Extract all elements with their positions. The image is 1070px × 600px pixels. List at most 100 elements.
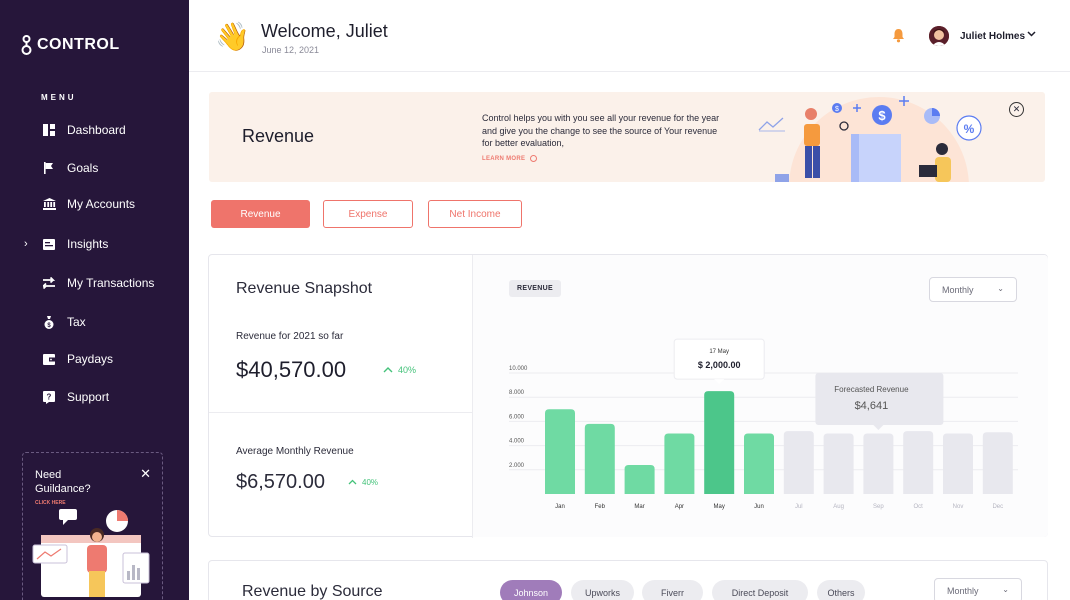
x-tick-label: Mar	[634, 504, 644, 510]
avg-change-value: 40%	[362, 478, 379, 487]
forecast-tooltip-pointer	[873, 425, 884, 430]
sidebar-item-label: Support	[67, 390, 110, 404]
chart-bar-jul[interactable]	[783, 431, 814, 494]
guidance-illustration	[32, 509, 150, 597]
y-tick-label: 6.000	[509, 414, 525, 420]
ytd-revenue-value: $40,570.00	[236, 357, 347, 382]
source-title: Revenue by Source	[242, 583, 383, 600]
tab-net-income[interactable]: Net Income	[428, 200, 522, 228]
svg-text:$: $	[878, 108, 886, 123]
banner-illustration: $ $ %	[758, 96, 982, 182]
banner-title: Revenue	[242, 126, 315, 146]
chart-tooltip	[673, 338, 765, 380]
x-tick-label: Sep	[873, 504, 884, 510]
sidebar-item-label: Paydays	[67, 352, 114, 366]
avg-revenue-label: Average Monthly Revenue	[236, 446, 354, 457]
current-date: June 12, 2021	[262, 45, 320, 55]
y-tick-label: 4.000	[509, 439, 525, 445]
tab-expense[interactable]: Expense	[323, 200, 413, 228]
x-tick-label: May	[714, 504, 725, 510]
guidance-title: Need Guildance?	[35, 469, 91, 495]
top-header: 👋 Welcome, Juliet June 12, 2021 Juliet H…	[189, 0, 1070, 72]
source-pill-direct-deposit[interactable]: Direct Deposit	[712, 580, 808, 600]
x-tick-label: Nov	[953, 504, 964, 510]
chart-bar-aug[interactable]	[823, 433, 854, 495]
sidebar-item-tax[interactable]: $ Tax	[0, 310, 189, 334]
tooltip-date: 17 May	[709, 349, 729, 355]
source-pill-others[interactable]: Others	[817, 580, 865, 600]
chart-bar-jun[interactable]	[744, 433, 774, 495]
chart-bar-oct[interactable]	[903, 431, 934, 494]
money-bag-icon: $	[42, 315, 56, 329]
sidebar-item-my-accounts[interactable]: My Accounts	[0, 192, 189, 216]
chevron-right-icon[interactable]: ›	[24, 238, 28, 250]
revenue-by-source-card: Revenue by Source Johnson Upworks Fiverr…	[208, 560, 1048, 600]
chart-bar-dec[interactable]	[982, 432, 1013, 494]
source-period-select[interactable]: Monthly ⌄	[934, 578, 1022, 600]
x-tick-label: Aug	[833, 504, 844, 510]
transfer-icon	[42, 276, 56, 290]
tab-revenue[interactable]: Revenue	[211, 200, 310, 228]
forecast-label: Forecasted Revenue	[834, 385, 909, 394]
ytd-revenue-label: Revenue for 2021 so far	[236, 331, 344, 342]
forecast-tooltip	[815, 373, 944, 425]
svg-text:%: %	[964, 122, 975, 136]
sidebar-item-goals[interactable]: Goals	[0, 156, 189, 180]
x-tick-label: Jun	[754, 504, 764, 510]
help-icon: ?	[42, 390, 56, 404]
dashboard-icon	[42, 123, 56, 137]
source-pill-fiverr[interactable]: Fiverr	[642, 580, 703, 600]
sidebar-item-label: Goals	[67, 161, 99, 175]
revenue-snapshot-card: Revenue Snapshot Revenue for 2021 so far…	[208, 254, 1048, 538]
sidebar-item-label: Tax	[67, 315, 86, 329]
source-pill-johnson[interactable]: Johnson	[500, 580, 562, 600]
sidebar: CONTROL MENU Dashboard Goals My Accounts…	[0, 0, 189, 600]
chart-bar-apr[interactable]	[664, 433, 695, 495]
sidebar-item-my-transactions[interactable]: My Transactions	[0, 271, 189, 295]
welcome-title: Welcome, Juliet	[261, 21, 388, 41]
notification-bell-icon[interactable]	[892, 28, 905, 48]
sidebar-item-dashboard[interactable]: Dashboard	[0, 118, 189, 142]
chart-bar-nov[interactable]	[943, 433, 973, 495]
insights-icon	[42, 237, 56, 251]
chart-bar-mar[interactable]	[624, 464, 655, 494]
source-pill-upworks[interactable]: Upworks	[571, 580, 634, 600]
wallet-icon	[42, 352, 56, 366]
menu-label: MENU	[41, 93, 77, 102]
arrow-up-icon	[348, 479, 357, 485]
avg-change: 40%	[348, 478, 378, 487]
app-logo-text: CONTROL	[37, 36, 120, 53]
flag-icon	[42, 161, 56, 175]
sidebar-item-label: My Transactions	[67, 276, 155, 290]
chevron-down-icon[interactable]	[1027, 29, 1036, 40]
chart-bar-may[interactable]	[704, 391, 735, 494]
avatar[interactable]	[929, 26, 949, 46]
y-tick-label: 2.000	[509, 463, 525, 469]
chart-bar-sep[interactable]	[863, 433, 894, 495]
username[interactable]: Juliet Holmes	[960, 31, 1025, 42]
arrow-up-icon	[383, 367, 393, 373]
x-tick-label: Apr	[675, 504, 684, 510]
divider	[209, 412, 472, 413]
source-period-value: Monthly	[947, 585, 979, 596]
app-logo[interactable]: CONTROL	[20, 35, 120, 55]
forecast-value: $4,641	[855, 400, 889, 412]
sidebar-item-insights[interactable]: › Insights	[0, 232, 189, 256]
learn-more-link[interactable]: LEARN MORE	[482, 155, 538, 163]
avg-revenue-value: $6,570.00	[236, 471, 325, 493]
chart-bar-jan[interactable]	[545, 409, 575, 494]
chart-tooltip-pointer	[714, 379, 725, 385]
sidebar-item-paydays[interactable]: Paydays	[0, 347, 189, 371]
learn-more-label: LEARN MORE	[482, 156, 526, 163]
x-tick-label: Jul	[795, 504, 803, 510]
ytd-change-value: 40%	[398, 365, 417, 375]
sidebar-item-support[interactable]: ? Support	[0, 385, 189, 409]
tooltip-value: $ 2,000.00	[698, 360, 741, 370]
svg-text:$: $	[835, 106, 839, 113]
close-icon[interactable]: ✕	[140, 466, 151, 482]
sidebar-item-label: Dashboard	[67, 123, 126, 137]
logo-icon	[21, 35, 32, 55]
x-tick-label: Oct	[914, 504, 924, 510]
bank-icon	[42, 197, 56, 211]
chart-bar-feb[interactable]	[584, 423, 615, 494]
